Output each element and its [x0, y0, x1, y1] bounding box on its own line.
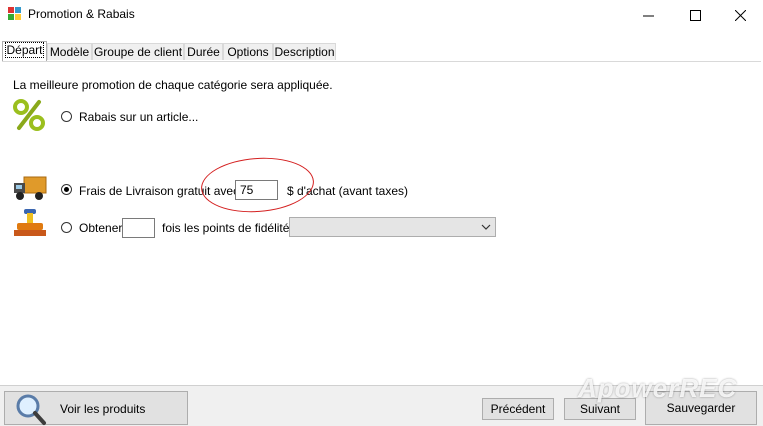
tab-depart[interactable]: Départ [2, 41, 47, 61]
chevron-down-icon [481, 224, 491, 230]
points-multiplier-input[interactable] [122, 218, 155, 238]
minimize-icon [642, 15, 654, 16]
previous-button[interactable]: Précédent [482, 398, 554, 420]
tab-modele[interactable]: Modèle [47, 43, 92, 60]
app-icon [8, 7, 21, 20]
maximize-button[interactable] [672, 0, 718, 30]
radio-free-shipping[interactable] [61, 184, 72, 195]
discount-label: Rabais sur un article... [79, 110, 199, 124]
minimize-button[interactable] [625, 0, 671, 30]
view-products-label: Voir les produits [60, 402, 146, 416]
window-title: Promotion & Rabais [28, 7, 135, 21]
obtain-label: Obtener [79, 221, 123, 235]
tab-options[interactable]: Options [223, 43, 273, 60]
maximize-icon [689, 9, 701, 21]
percent-icon [13, 99, 45, 131]
watermark: ApowerREC [578, 373, 738, 403]
close-button[interactable] [717, 0, 763, 30]
radio-discount[interactable] [61, 111, 72, 122]
loyalty-points-label: fois les points de fidélités [162, 221, 296, 235]
radio-loyalty-points[interactable] [61, 222, 72, 233]
tab-description[interactable]: Description [273, 43, 336, 60]
title-bar: Promotion & Rabais [0, 0, 763, 30]
loyalty-select[interactable] [289, 217, 496, 237]
info-text: La meilleure promotion de chaque catégor… [13, 78, 333, 92]
close-icon [734, 9, 746, 21]
truck-icon [14, 176, 47, 200]
tab-groupe-de-client[interactable]: Groupe de client [92, 43, 184, 60]
view-products-button[interactable]: Voir les produits [4, 391, 188, 425]
magnifier-icon [16, 394, 46, 425]
tab-duree[interactable]: Durée [184, 43, 223, 60]
loyalty-stamp-icon [14, 209, 46, 236]
